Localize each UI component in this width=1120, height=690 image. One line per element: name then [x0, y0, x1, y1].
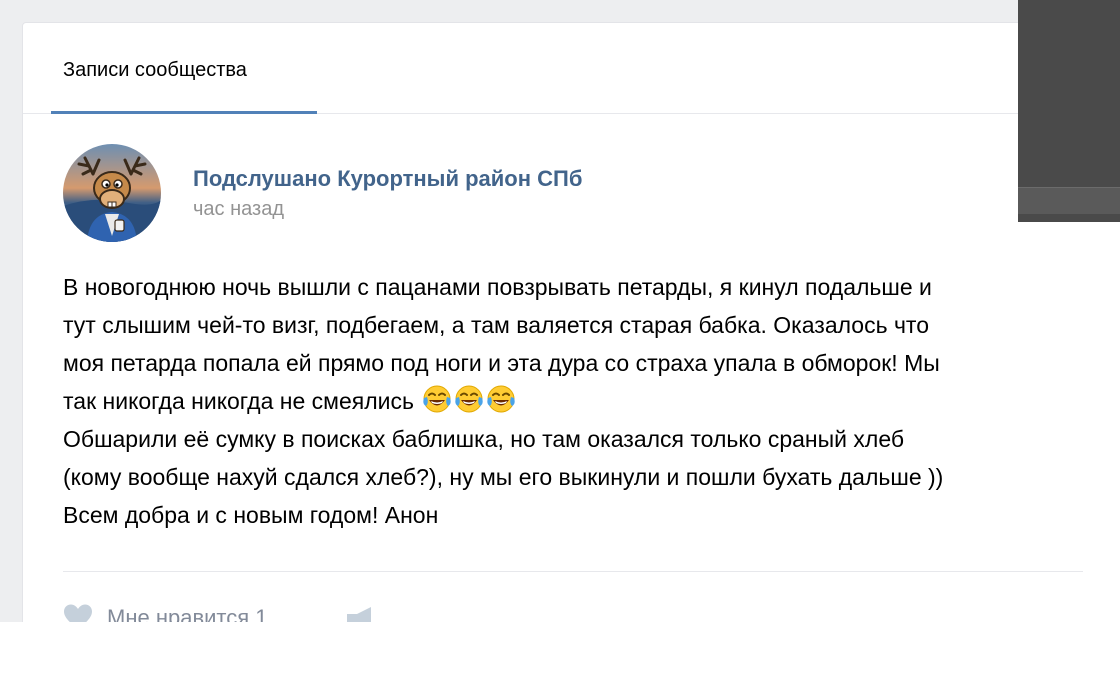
post-text-line: моя петарда попала ей прямо под ноги и э…	[63, 350, 940, 376]
overlay-window-bottom-edge	[1018, 187, 1120, 214]
heart-icon	[64, 604, 92, 622]
post-text-line: тут слышим чей-то визг, подбегаем, а там…	[63, 312, 930, 338]
post-text-line: Обшарили её сумку в поисках баблишка, но…	[63, 426, 905, 452]
post-timestamp[interactable]: час назад	[193, 198, 284, 221]
tears-of-joy-emoji-icon	[455, 385, 484, 413]
megaphone-icon[interactable]	[345, 605, 375, 622]
like-label-with-count: Мне нравится 1	[107, 605, 268, 622]
tears-of-joy-emoji-icon	[487, 385, 516, 413]
post-text-line: В новогоднюю ночь вышли с пацанами повзр…	[63, 274, 932, 300]
like-label: Мне нравится	[107, 605, 250, 622]
tab-label: Записи сообщества	[63, 59, 247, 81]
overlay-window-fragment	[1018, 0, 1120, 222]
tears-of-joy-emoji-icon	[423, 385, 452, 413]
tab-community-posts[interactable]: Записи сообщества	[51, 23, 317, 114]
post-text-line: Всем добра и с новым годом! Анон	[63, 502, 439, 528]
post-actions-divider	[63, 571, 1083, 572]
community-avatar[interactable]	[63, 144, 161, 242]
moose-avatar-icon	[63, 144, 161, 242]
page-viewport: Записи сообщества Подслушано Курортный р…	[0, 0, 1120, 622]
post-text-line-with-emoji: так никогда никогда не смеялись	[63, 382, 1103, 420]
post-text: В новогоднюю ночь вышли с пацанами повзр…	[63, 268, 1103, 534]
active-tab-indicator	[51, 111, 317, 114]
like-count: 1	[255, 605, 268, 622]
post-text-line: (кому вообще нахуй сдался хлеб?), ну мы …	[63, 464, 944, 490]
post-author-link[interactable]: Подслушано Курортный район СПб	[193, 166, 582, 192]
community-posts-card: Записи сообщества Подслушано Курортный р…	[22, 22, 1120, 622]
posts-tabs: Записи сообщества	[23, 23, 1120, 114]
post-text-segment: так никогда никогда не смеялись	[63, 388, 414, 414]
